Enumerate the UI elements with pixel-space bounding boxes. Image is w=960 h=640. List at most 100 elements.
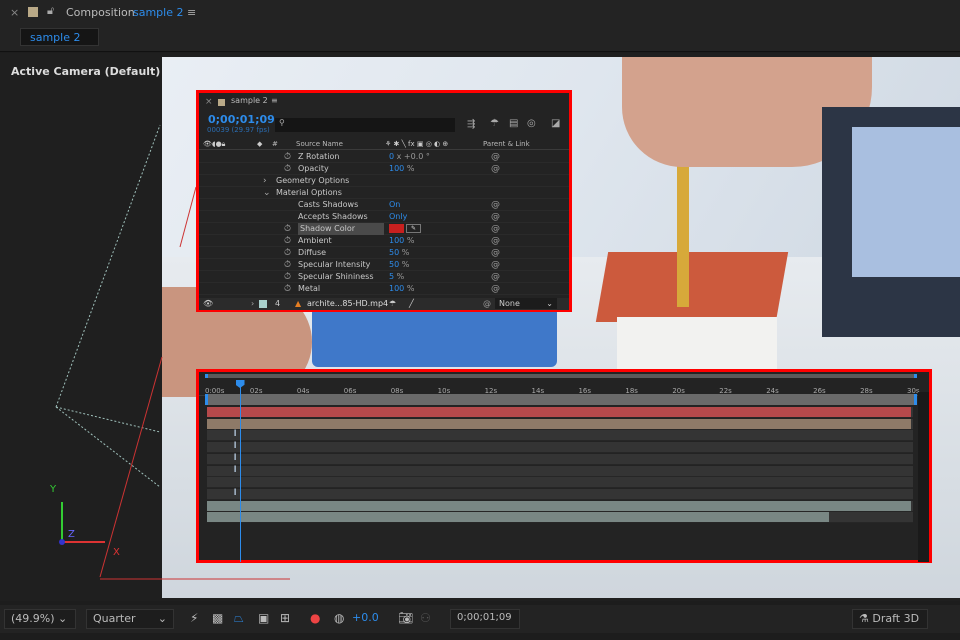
resolution-dropdown[interactable]: Quarter ⌄ [86, 609, 174, 629]
draft-3d-button[interactable]: ⚗ Draft 3D [852, 609, 928, 629]
exposure-value[interactable]: +0.0 [352, 611, 379, 624]
keyframe-marker[interactable]: I [234, 429, 237, 439]
quality-switch-icon[interactable]: ╱ [409, 298, 414, 310]
frame-blending-icon[interactable]: ▤ [509, 118, 518, 129]
stopwatch-icon[interactable]: ⏱︎ [284, 223, 291, 235]
timeline-track[interactable]: I [207, 453, 913, 465]
stopwatch-icon[interactable]: ⏱︎ [284, 259, 291, 271]
stopwatch-icon[interactable]: ⏱︎ [284, 247, 291, 259]
graph-editor-icon[interactable]: ◪ [551, 118, 560, 129]
playhead[interactable] [235, 380, 245, 562]
layer-duration-bar[interactable] [207, 512, 829, 523]
work-area-bar[interactable] [205, 394, 917, 405]
stopwatch-icon[interactable]: ⏱︎ [284, 271, 291, 283]
close-icon[interactable]: × [205, 97, 213, 107]
reset-exposure-icon[interactable]: ◍ [334, 611, 344, 625]
stopwatch-icon[interactable]: ⏱︎ [284, 235, 291, 247]
timeline-track[interactable] [207, 477, 913, 489]
property-value[interactable]: 100 % [389, 283, 414, 295]
layer-row-4[interactable]: 👁︎ › 4 ▲ archite...85-HD.mp4 ☂ ╱ @ None ⌄ [199, 298, 569, 310]
keyframe-marker[interactable]: I [234, 488, 237, 498]
property-row[interactable]: ⏱︎ Diffuse 50 % @ [199, 247, 569, 259]
property-row[interactable]: ⏱︎ Z Rotation 0 x +0.0 ° @ [199, 151, 569, 163]
panel-menu-icon[interactable]: ≡ [271, 96, 278, 105]
timeline-tab-label[interactable]: sample 2 [231, 96, 268, 105]
property-value[interactable]: Only [389, 211, 407, 223]
visibility-eye-icon[interactable]: 👁︎ [203, 298, 213, 310]
pickwhip-icon[interactable]: @ [491, 259, 500, 271]
layer-search-input[interactable] [275, 118, 455, 132]
property-row[interactable]: Casts Shadows On @ [199, 199, 569, 211]
property-value[interactable]: 50 % [389, 259, 409, 271]
pickwhip-icon[interactable]: @ [491, 151, 500, 163]
pickwhip-icon[interactable]: @ [491, 247, 500, 259]
parent-dropdown[interactable]: None ⌄ [495, 298, 557, 309]
property-row[interactable]: ⏱︎ Specular Intensity 50 % @ [199, 259, 569, 271]
pickwhip-icon[interactable]: @ [491, 211, 500, 223]
composition-flowchart-icon[interactable]: ⇶ [467, 119, 475, 130]
fast-previews-icon[interactable]: ⚡︎ [190, 611, 198, 625]
twirl-icon[interactable]: ⌄ [263, 187, 271, 199]
keyframe-marker[interactable]: I [234, 453, 237, 463]
magnification-dropdown[interactable]: (49.9%) ⌄ [4, 609, 76, 629]
layer-duration-bar[interactable] [207, 407, 911, 417]
keyframe-marker[interactable]: I [234, 441, 237, 451]
timeline-track[interactable]: I [207, 465, 913, 477]
layer-duration-bar[interactable] [207, 500, 911, 511]
pickwhip-icon[interactable]: @ [491, 163, 500, 175]
pickwhip-icon[interactable]: @ [491, 271, 500, 283]
stopwatch-icon[interactable]: ⏱︎ [284, 283, 291, 295]
channels-icon[interactable]: ● [310, 611, 320, 625]
timeline-track[interactable] [207, 418, 913, 430]
lock-icon[interactable]: 🔓︎ [47, 4, 54, 18]
shadow-color-swatch[interactable] [389, 224, 404, 233]
draft-3d-icon[interactable]: ☂ [490, 118, 499, 129]
timeline-track[interactable]: I [207, 488, 913, 500]
property-value[interactable]: 100 % [389, 235, 414, 247]
timeline-graph-panel[interactable]: 0:00s 02s 04s 06s 08s 10s 12s 14s 16s 18s 20s 22s 24… [196, 369, 932, 563]
stopwatch-icon[interactable]: ⏱︎ [284, 163, 291, 175]
close-icon[interactable]: × [10, 6, 19, 19]
region-of-interest-icon[interactable]: ▣ [258, 611, 269, 625]
tab-sample-2[interactable]: sample 2 [20, 28, 99, 46]
transparency-grid-icon[interactable]: ▩ [212, 611, 223, 625]
stopwatch-icon[interactable]: ⏱︎ [284, 151, 291, 163]
property-row[interactable]: ⏱︎ Metal 100 % @ [199, 283, 569, 295]
pickwhip-icon[interactable]: @ [491, 223, 500, 235]
pickwhip-icon[interactable]: @ [483, 298, 491, 310]
shy-switch-icon[interactable]: ☂ [389, 298, 396, 310]
timeline-scrollbar[interactable] [918, 392, 929, 562]
property-value[interactable]: 50 % [389, 247, 409, 259]
timeline-track[interactable]: I [207, 441, 913, 454]
property-row[interactable]: ⏱︎ Opacity 100 % @ [199, 163, 569, 175]
timeline-track[interactable] [207, 407, 913, 418]
timeline-track[interactable] [207, 500, 913, 512]
eyedropper-icon[interactable]: ✎ [406, 224, 421, 233]
pickwhip-icon[interactable]: @ [491, 235, 500, 247]
twirl-icon[interactable]: › [263, 175, 267, 187]
property-value[interactable]: 100 % [389, 163, 414, 175]
pickwhip-icon[interactable]: @ [491, 283, 500, 295]
column-source-name[interactable]: Source Name [296, 138, 343, 150]
mask-visibility-icon[interactable]: ⏢ [234, 611, 244, 626]
property-row[interactable]: ⌄ Material Options [199, 187, 569, 199]
panel-menu-icon[interactable]: ≡ [187, 6, 196, 19]
property-row[interactable]: › Geometry Options [199, 175, 569, 187]
column-parent-link[interactable]: Parent & Link [483, 138, 530, 150]
property-row[interactable]: ⏱︎ Shadow Color ✎ @ [199, 223, 569, 235]
pickwhip-icon[interactable]: @ [491, 199, 500, 211]
motion-blur-icon[interactable]: ◎ [527, 118, 536, 129]
timeline-track[interactable] [207, 512, 913, 524]
current-time-field[interactable]: 0;00;01;09 [450, 609, 520, 629]
layer-duration-bar[interactable] [207, 418, 911, 429]
property-value[interactable]: On [389, 199, 400, 211]
layer-name[interactable]: archite...85-HD.mp4 [307, 298, 388, 310]
property-value[interactable]: 0 x +0.0 ° [389, 151, 430, 163]
current-timecode[interactable]: 0;00;01;09 [208, 113, 275, 126]
timeline-track[interactable]: I [207, 429, 913, 442]
layer-label-color[interactable] [259, 300, 267, 308]
property-row[interactable]: ⏱︎ Specular Shininess 5 % @ [199, 271, 569, 283]
property-row[interactable]: ⏱︎ Ambient 100 % @ [199, 235, 569, 247]
snapshot-camera-icon[interactable]: 📷︎ [398, 611, 413, 625]
grid-guides-icon[interactable]: ⊞ [280, 611, 290, 625]
